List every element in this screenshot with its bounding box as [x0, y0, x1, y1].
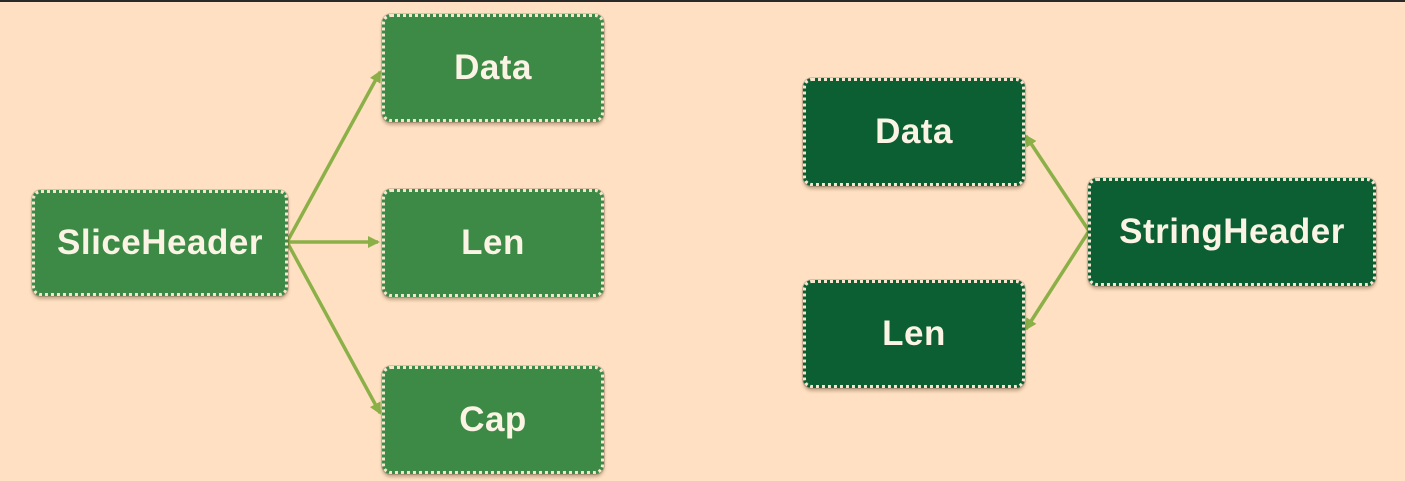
node-slice-cap: Cap: [381, 365, 605, 475]
node-sliceheader: SliceHeader: [31, 189, 289, 297]
node-slice-data-label: Data: [454, 48, 532, 87]
node-slice-cap-label: Cap: [459, 400, 527, 439]
node-sliceheader-label: SliceHeader: [57, 223, 263, 262]
edge-stringheader-data: [1024, 134, 1091, 232]
node-slice-len-label: Len: [461, 223, 525, 262]
node-string-len-label: Len: [882, 314, 946, 353]
node-string-data-label: Data: [875, 112, 953, 151]
edge-sliceheader-cap: [285, 241, 382, 415]
node-stringheader-label: StringHeader: [1119, 212, 1345, 251]
edge-sliceheader-data: [285, 70, 382, 243]
node-slice-data: Data: [381, 13, 605, 123]
edge-stringheader-len: [1024, 230, 1091, 331]
node-slice-len: Len: [381, 188, 605, 298]
node-string-data: Data: [802, 77, 1026, 187]
node-stringheader: StringHeader: [1087, 177, 1377, 287]
node-string-len: Len: [802, 279, 1026, 389]
